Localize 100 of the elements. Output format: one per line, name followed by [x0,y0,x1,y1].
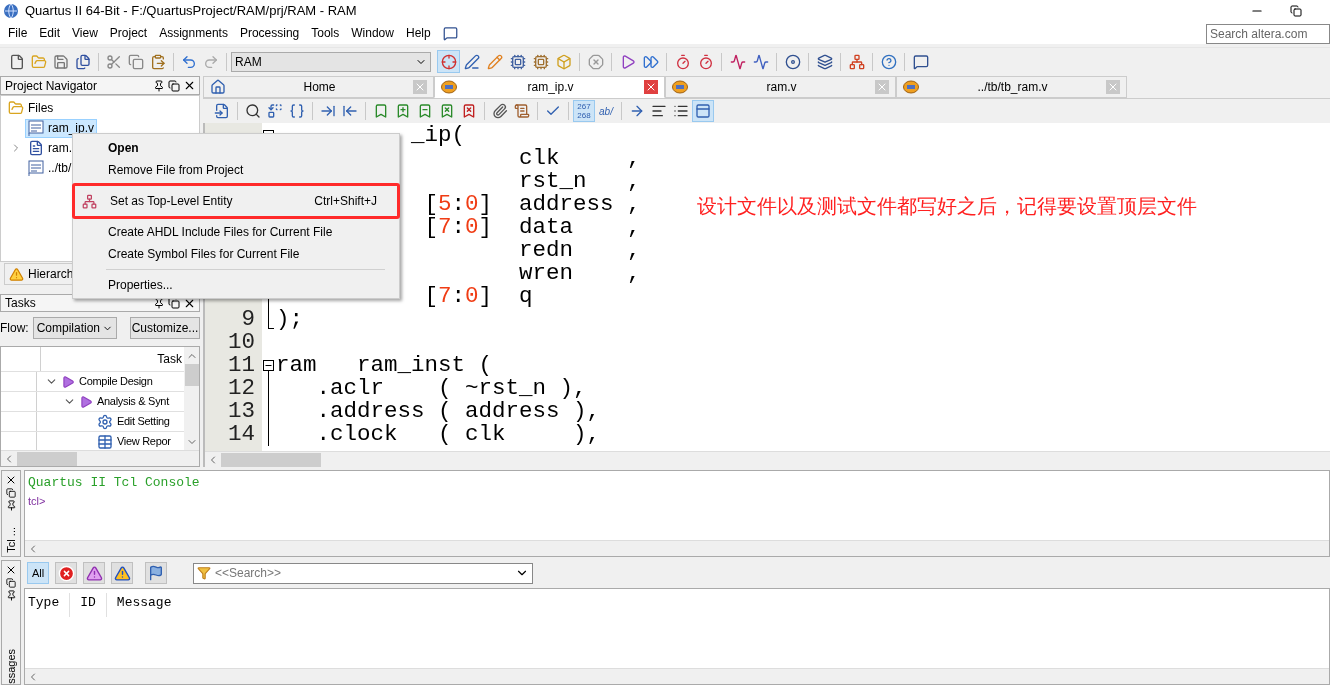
fast-forward-icon [642,53,659,70]
search-dropdown[interactable]: <<Search>> [193,562,533,584]
waveform-icon [729,53,746,70]
console-panel[interactable]: Quartus II Tcl Console tcl> [24,470,1330,557]
layers-icon [816,53,833,70]
menu-item[interactable]: Edit [33,23,67,43]
customize-button[interactable]: Customize... [130,317,200,339]
crosshair-icon [440,53,457,70]
menu-item[interactable]: Window [345,23,400,43]
align-icon [651,103,667,119]
timer-icon [674,53,691,70]
pin-icon [5,590,17,601]
pin-icon [153,297,165,309]
collapse-icon[interactable] [263,360,274,377]
flow-dropdown[interactable]: Compilation [32,317,117,339]
open-folder-icon [31,53,47,70]
document-icon [28,140,44,156]
column-header[interactable]: Message [116,593,182,617]
panel-icon [695,103,711,119]
scrollbar-thumb[interactable] [221,452,321,467]
flag-icon [148,565,164,581]
filter-button[interactable] [111,562,133,584]
restore-icon [6,488,16,498]
file-icon [28,160,44,176]
line-number: 11 [228,352,255,378]
restore-icon [168,297,180,309]
task-label[interactable]: Compile Design [79,373,153,390]
pin-icon [153,79,165,92]
insert-template-icon [214,103,230,119]
save-icon [53,53,69,70]
bookmark-icon [417,103,433,119]
menu-item[interactable]: File [2,23,34,43]
warning-icon [113,564,131,582]
task-label[interactable]: Edit Setting [117,413,170,430]
close-tab-icon[interactable] [644,80,658,94]
file-tree-item[interactable]: ram. [25,138,75,158]
filter-button[interactable] [55,562,77,584]
copy-icon [128,53,144,70]
column-header[interactable]: Type [28,593,71,617]
code-line: _ip( [411,124,465,147]
toolbar-button[interactable] [437,50,460,73]
column-header[interactable]: Task [157,350,184,368]
numbered-list-icon [673,103,689,119]
scrollbar-thumb[interactable] [184,364,199,386]
file-tree-item[interactable]: ram_ip.v [25,118,97,138]
menu-item[interactable]: Tools [305,23,346,43]
scrollbar-thumb[interactable] [17,451,77,466]
dock-label[interactable]: Tcl ... [2,527,20,553]
editor-toolbar-button[interactable]: ab/ [595,100,617,122]
file-tree-item[interactable]: Files [5,98,57,118]
comment-icon [912,53,929,70]
menu-option[interactable]: Set as Top-Level Entity Ctrl+Shift+J [72,183,400,219]
pen-icon [463,53,480,70]
code-line: clk , [519,147,641,170]
error-icon [57,564,75,582]
line-number: 10 [228,329,255,355]
dock-label[interactable]: ssages [2,649,20,684]
editor-tab[interactable]: ram.v [665,76,896,98]
menu-item[interactable]: Assignments [153,23,234,43]
line-number: 13 [228,398,255,424]
editor-tab[interactable]: ../tb/tb_ram.v [896,76,1127,98]
editor-tab[interactable]: ram_ip.v [434,76,665,98]
bookmark-icon [395,103,411,119]
menu-item[interactable]: Help [399,23,437,43]
search-field[interactable]: Search altera.com [1206,24,1330,44]
home-icon [210,79,226,95]
editor-toolbar-button[interactable]: 267 268 [573,100,595,122]
restore-icon [6,578,16,588]
chip-icon [509,53,526,70]
scroll-icon [514,103,530,119]
menu-item[interactable]: Processing [233,23,306,43]
column-header[interactable]: ID [80,593,107,617]
task-label[interactable]: View Repor [117,433,171,450]
project-dropdown[interactable]: RAM [231,51,431,72]
restore-icon [168,79,180,92]
waveform-icon [752,53,769,70]
code-line: ram ram_inst ( [276,354,493,377]
menu-item[interactable]: Project [103,23,154,43]
console-title: Quartus II Tcl Console [28,474,201,491]
comment-icon [442,25,458,41]
file-tree-item[interactable]: ../tb/ [25,158,75,178]
code-line: rst_n , [519,170,641,193]
close-icon [183,79,196,92]
replace-icon [267,103,283,119]
code-line: ); [276,308,303,331]
search-field[interactable]: <<Search>> [215,564,511,582]
vertical-scrollbar[interactable] [184,347,199,450]
task-label[interactable]: Analysis & Synt [97,393,169,410]
menu-item[interactable]: View [66,23,104,43]
filter-button[interactable] [145,562,167,584]
filter-button[interactable]: All [27,562,49,584]
filter-button[interactable] [83,562,105,584]
cut-icon [106,53,122,70]
critical-warning-icon [85,564,103,582]
indent-icon [320,103,336,119]
box-icon [555,53,572,70]
code-line: [7:0] q [424,285,533,308]
panel-title: Tasks [5,295,36,312]
paperclip-icon [492,103,508,119]
editor-tab[interactable]: Home [203,76,434,98]
